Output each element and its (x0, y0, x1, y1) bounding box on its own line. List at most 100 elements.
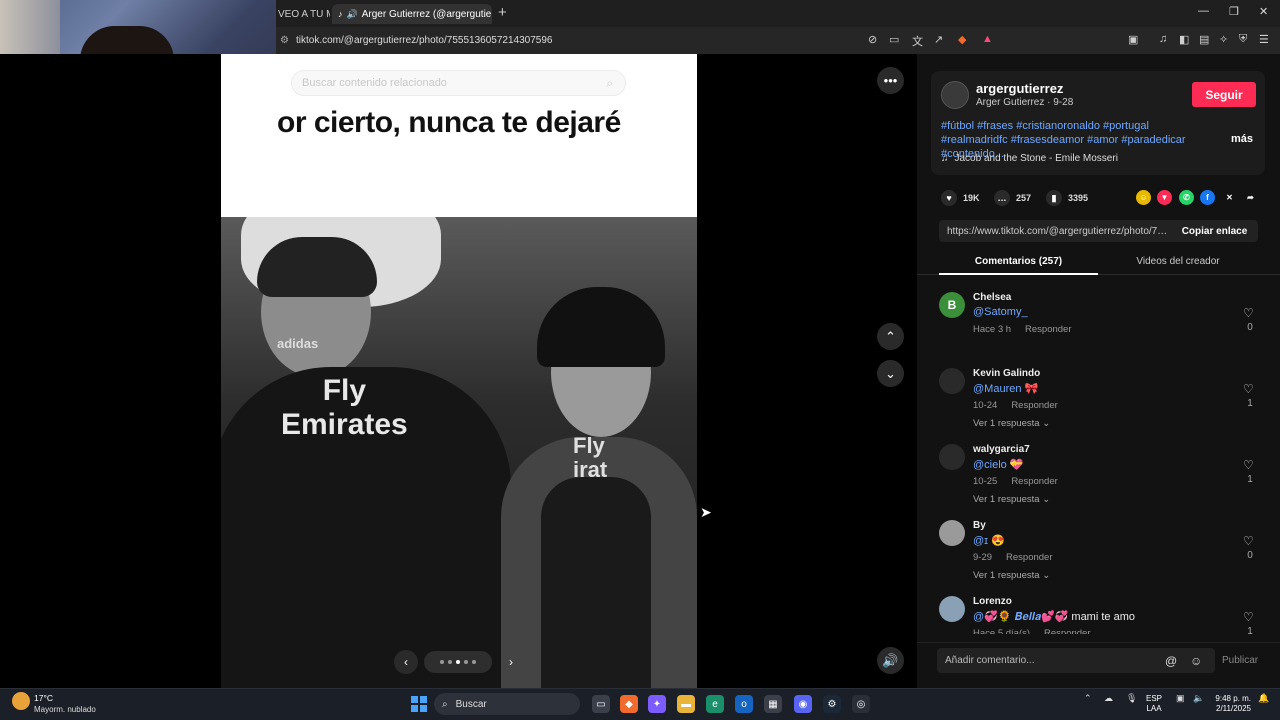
related-search-input[interactable]: Buscar contenido relacionado ⌕ (291, 70, 626, 96)
save-stat[interactable]: ▮ 3395 (1046, 190, 1088, 206)
comment-avatar[interactable] (939, 444, 965, 470)
comment-avatar[interactable] (939, 596, 965, 622)
comment-like-icon[interactable]: ♡ (1243, 458, 1254, 472)
comment-mention[interactable]: @ɪ (973, 535, 988, 547)
view-replies-button[interactable]: Ver 1 respuesta ⌄ (973, 570, 1050, 581)
weather-icon[interactable] (12, 692, 30, 710)
comment-username[interactable]: Chelsea (973, 292, 1011, 303)
rewards-icon[interactable]: ▲ (982, 33, 993, 45)
mention-icon[interactable]: @ (1165, 654, 1177, 668)
facebook-icon[interactable]: f (1200, 190, 1215, 205)
share-page-icon[interactable]: ↗ (934, 33, 943, 46)
reply-button[interactable]: Responder (1025, 324, 1071, 335)
translate-icon[interactable]: 文 (912, 33, 923, 49)
carousel-dot[interactable] (440, 660, 444, 664)
file-explorer-icon[interactable]: ▬ (677, 695, 695, 713)
comment-mention[interactable]: @Satomy_ (973, 306, 1028, 318)
share-friends-icon[interactable]: ☺ (1136, 190, 1151, 205)
whatsapp-icon[interactable]: ✆ (1179, 190, 1194, 205)
reply-button[interactable]: Responder (1044, 628, 1090, 634)
vpn-icon[interactable]: ⛨ (1239, 33, 1247, 46)
address-bar[interactable]: ⚙ tiktok.com/@argergutierrez/photo/75551… (280, 30, 890, 50)
creator-username[interactable]: argergutierrez (976, 81, 1063, 96)
share-link-url[interactable]: https://www.tiktok.com/@argergutierrez/p… (939, 226, 1171, 237)
comment-stat[interactable]: … 257 (994, 190, 1031, 206)
carousel-dot[interactable] (464, 660, 468, 664)
view-replies-button[interactable]: Ver 1 respuesta ⌄ (973, 418, 1050, 429)
minimize-icon[interactable]: — (1198, 5, 1209, 17)
comment-input[interactable]: Añadir comentario... @ ☺ (937, 648, 1215, 673)
mic-icon[interactable]: 🎙 (1126, 693, 1137, 704)
music-info[interactable]: ♫ Jacob and the Stone - Emile Mosseri (941, 153, 1118, 164)
brave-shield-icon[interactable]: ◆ (958, 33, 966, 46)
carousel-dot[interactable] (456, 660, 460, 664)
outlook-icon[interactable]: o (735, 695, 753, 713)
comment-like-icon[interactable]: ♡ (1243, 382, 1254, 396)
volume-button[interactable]: 🔊 (877, 647, 904, 674)
more-link[interactable]: más (1231, 133, 1253, 145)
start-icon[interactable] (411, 696, 427, 712)
carousel-prev-button[interactable]: ‹ (394, 650, 418, 674)
network-icon[interactable]: ▣ (1176, 693, 1185, 704)
comment-mention[interactable]: @cielo (973, 459, 1007, 471)
sidebar-icon[interactable]: ◧ (1179, 33, 1189, 46)
store-icon[interactable]: ▦ (764, 695, 782, 713)
task-view-icon[interactable]: ▭ (592, 695, 610, 713)
comment-like-icon[interactable]: ♡ (1243, 306, 1254, 320)
comment-username[interactable]: walygarcia7 (973, 444, 1030, 455)
media-icon[interactable]: ♫ (1159, 33, 1167, 45)
emoji-icon[interactable]: ☺ (1190, 654, 1202, 668)
tab-creator-videos[interactable]: Videos del creador (1098, 256, 1258, 267)
steam-icon[interactable]: ⚙ (823, 695, 841, 713)
reply-button[interactable]: Responder (1011, 400, 1057, 411)
taskbar-clock[interactable]: 9:48 p. m. 2/11/2025 (1213, 694, 1251, 714)
tab-comments[interactable]: Comentarios (257) (939, 256, 1098, 275)
volume-tray-icon[interactable]: 🔈 (1193, 693, 1204, 704)
comment-avatar[interactable]: B (939, 292, 965, 318)
wallet-icon[interactable]: ▤ (1199, 33, 1209, 46)
obs-icon[interactable]: ◎ (852, 695, 870, 713)
comment-username[interactable]: By (973, 520, 986, 531)
new-tab-icon[interactable]: + (498, 4, 507, 21)
comment-mention[interactable]: @💞🌻 𝑩𝒆𝒍𝒍𝒂💕💞 (973, 611, 1068, 623)
more-options-button[interactable]: ••• (877, 67, 904, 94)
comment-avatar[interactable] (939, 368, 965, 394)
onedrive-icon[interactable]: ☁ (1104, 693, 1113, 704)
taskbar-search[interactable]: ⌕ Buscar (434, 693, 580, 715)
x-icon[interactable]: ✕ (1222, 190, 1237, 205)
comment-mention[interactable]: @Mauren (973, 383, 1021, 395)
close-tab-icon[interactable]: ✕ (491, 7, 492, 21)
tray-expand-icon[interactable]: ⌃ (1084, 693, 1092, 704)
share-arrow-icon[interactable]: ➦ (1243, 190, 1258, 205)
like-stat[interactable]: ♥ 19K (941, 190, 980, 206)
tab-active[interactable]: ♪ 🔊 Arger Gutierrez (@argergutie ✕ (332, 4, 492, 24)
comment-username[interactable]: Kevin Galindo (973, 368, 1040, 379)
weather-temp[interactable]: 17°C (34, 693, 53, 703)
creator-avatar[interactable] (941, 81, 969, 109)
restore-icon[interactable]: ❐ (1229, 5, 1239, 18)
cast-icon[interactable]: ▭ (889, 33, 899, 46)
next-post-button[interactable]: ⌄ (877, 360, 904, 387)
edge-icon[interactable]: e (706, 695, 724, 713)
comment-like-icon[interactable]: ♡ (1243, 534, 1254, 548)
post-photo[interactable]: Buscar contenido relacionado ⌕ or cierto… (221, 54, 697, 688)
input-language[interactable]: ESP LAA (1146, 694, 1162, 714)
brave-browser-icon[interactable]: ◆ (620, 695, 638, 713)
site-info-icon[interactable]: ⚙ (280, 35, 296, 46)
follow-button[interactable]: Seguir (1192, 82, 1256, 107)
carousel-dot[interactable] (472, 660, 476, 664)
tab-inactive[interactable]: VEO A TU M (278, 4, 330, 24)
copilot-icon[interactable]: ✦ (648, 695, 666, 713)
notification-icon[interactable]: 🔔 (1258, 693, 1269, 704)
publish-button[interactable]: Publicar (1222, 655, 1258, 666)
reply-button[interactable]: Responder (1011, 476, 1057, 487)
close-window-icon[interactable]: ✕ (1259, 5, 1268, 18)
discord-icon[interactable]: ◉ (794, 695, 812, 713)
reader-icon[interactable]: ▣ (1128, 33, 1138, 46)
share-send-icon[interactable]: ▼ (1157, 190, 1172, 205)
leo-ai-icon[interactable]: ✧ (1219, 33, 1228, 46)
view-replies-button[interactable]: Ver 1 respuesta ⌄ (973, 494, 1050, 505)
comment-username[interactable]: Lorenzo (973, 596, 1012, 607)
carousel-dots[interactable] (424, 651, 492, 673)
carousel-next-button[interactable]: › (499, 650, 523, 674)
